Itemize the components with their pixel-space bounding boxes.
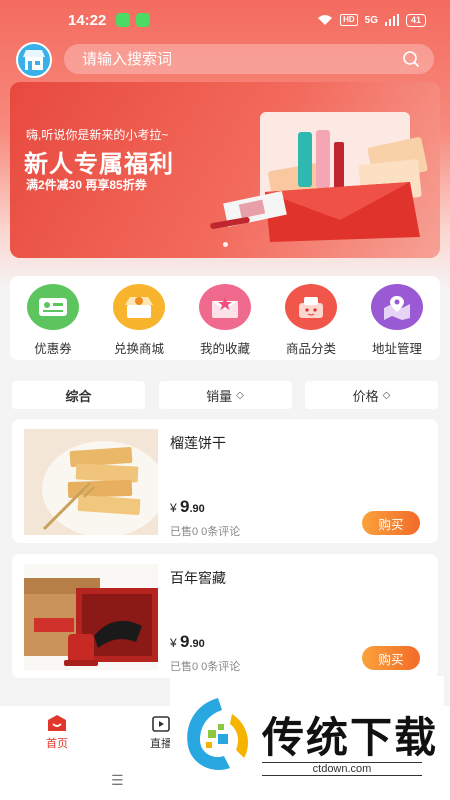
home-icon bbox=[48, 715, 66, 731]
sort-bar: 综合 销量 ◇ 价格 ◇ bbox=[12, 381, 438, 409]
quick-menu: 优惠券 兑换商城 我的收藏 商品分类 地址管理 bbox=[10, 276, 440, 360]
sort-sales-label: 销量 bbox=[206, 388, 233, 404]
quick-item-coupon[interactable]: 优惠券 bbox=[18, 284, 88, 357]
buy-button[interactable]: 购买 bbox=[362, 511, 420, 535]
quick-item-category[interactable]: 商品分类 bbox=[276, 284, 346, 357]
gift-illustration bbox=[210, 112, 428, 242]
nav-live-label: 直播 bbox=[150, 738, 172, 750]
signal-icon bbox=[384, 14, 399, 26]
product-image[interactable] bbox=[24, 429, 158, 535]
product-stats: 已售0 0条评论 bbox=[170, 526, 241, 538]
price-decimal: .90 bbox=[189, 503, 205, 515]
quick-item-exchange-mall[interactable]: 兑换商城 bbox=[104, 284, 174, 357]
sort-price-label: 价格 bbox=[352, 388, 379, 404]
product-price: ¥ 9.90 bbox=[170, 632, 205, 652]
live-icon bbox=[152, 716, 170, 732]
sort-sales[interactable]: 销量 ◇ bbox=[158, 381, 292, 409]
menu-icon[interactable]: ☰ bbox=[111, 772, 124, 789]
sort-toggle-icon: ◇ bbox=[382, 389, 391, 401]
quick-label-category: 商品分类 bbox=[285, 342, 336, 356]
banner-subtitle: 满2件减30 再享85折券 bbox=[26, 178, 147, 192]
watermark-url: ctdown.com bbox=[262, 762, 422, 776]
exchange-mall-icon bbox=[113, 284, 165, 330]
battery-icon: 41 bbox=[405, 13, 426, 27]
sort-price[interactable]: 价格 ◇ bbox=[305, 381, 438, 409]
store-icon bbox=[23, 50, 45, 70]
network-label: 5G bbox=[364, 14, 378, 26]
product-name: 榴莲饼干 bbox=[170, 435, 226, 451]
quick-label-favorites: 我的收藏 bbox=[199, 342, 250, 356]
quick-item-address[interactable]: 地址管理 bbox=[362, 284, 432, 357]
banner-greeting: 嗨,听说你是新来的小考拉~ bbox=[26, 128, 169, 142]
watermark-logo bbox=[187, 698, 248, 770]
price-decimal: .90 bbox=[189, 638, 205, 650]
price-currency: ¥ bbox=[170, 636, 177, 650]
price-integer: 9 bbox=[180, 632, 190, 651]
status-indicators: HD 5G 41 bbox=[317, 13, 426, 27]
search-icon[interactable] bbox=[402, 50, 420, 68]
search-bar[interactable] bbox=[64, 44, 434, 74]
quick-label-coupon: 优惠券 bbox=[34, 342, 72, 356]
product-price: ¥ 9.90 bbox=[170, 497, 205, 517]
location-icon bbox=[371, 284, 423, 330]
product-stats: 已售0 0条评论 bbox=[170, 661, 241, 673]
quick-item-favorites[interactable]: 我的收藏 bbox=[190, 284, 260, 357]
quick-label-address: 地址管理 bbox=[371, 342, 422, 356]
search-input[interactable] bbox=[82, 50, 402, 68]
wifi-icon bbox=[318, 15, 333, 25]
status-bar: 14:22 HD 5G 41 bbox=[0, 0, 450, 40]
category-icon bbox=[285, 284, 337, 330]
product-name: 百年窖藏 bbox=[170, 570, 226, 586]
watermark: 传统下载 ctdown.com bbox=[170, 676, 444, 794]
avatar[interactable] bbox=[16, 42, 52, 78]
product-card[interactable]: 百年窖藏 ¥ 9.90 已售0 0条评论 购买 bbox=[12, 554, 438, 678]
banner-title: 新人专属福利 bbox=[24, 151, 174, 178]
hd-badge: HD bbox=[340, 14, 358, 26]
favorites-icon bbox=[199, 284, 251, 330]
wechat-icon bbox=[116, 13, 131, 27]
sort-comprehensive[interactable]: 综合 bbox=[12, 381, 145, 409]
watermark-text: 传统下载 bbox=[262, 713, 439, 762]
buy-button[interactable]: 购买 bbox=[362, 646, 420, 670]
price-integer: 9 bbox=[180, 497, 190, 516]
coupon-icon bbox=[27, 284, 79, 330]
product-image[interactable] bbox=[24, 564, 158, 670]
promo-banner[interactable]: 嗨,听说你是新来的小考拉~ 新人专属福利 满2件减30 再享85折券 bbox=[10, 82, 440, 258]
nav-home-label: 首页 bbox=[46, 738, 68, 750]
nav-home[interactable]: 首页 bbox=[40, 714, 74, 751]
sort-comprehensive-label: 综合 bbox=[65, 388, 92, 404]
status-time: 14:22 bbox=[68, 11, 107, 29]
price-currency: ¥ bbox=[170, 501, 177, 515]
quick-label-exchange-mall: 兑换商城 bbox=[113, 342, 164, 356]
phone-icon bbox=[136, 13, 151, 27]
watermark-url-text: ctdown.com bbox=[306, 763, 378, 775]
carousel-indicator[interactable] bbox=[223, 242, 228, 247]
sort-toggle-icon: ◇ bbox=[236, 389, 244, 401]
product-card[interactable]: 榴莲饼干 ¥ 9.90 已售0 0条评论 购买 bbox=[12, 419, 438, 543]
